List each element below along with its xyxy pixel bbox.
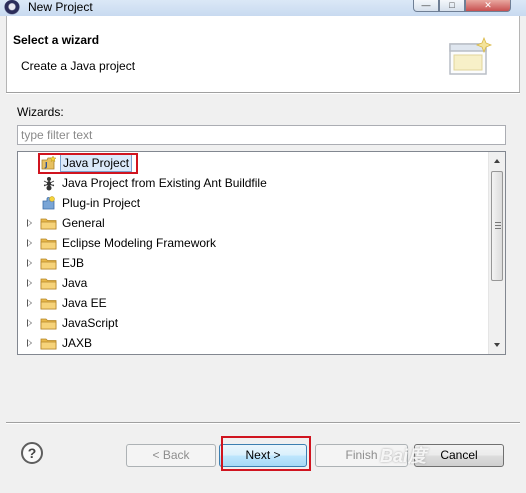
tree-scrollbar[interactable] bbox=[488, 152, 505, 354]
new-wizard-banner-icon bbox=[449, 36, 493, 75]
close-button[interactable]: ✕ bbox=[465, 0, 511, 12]
folder-icon bbox=[40, 295, 58, 311]
tree-item-label: Plug-in Project bbox=[62, 196, 141, 210]
folder-icon bbox=[40, 215, 58, 231]
expand-arrow-icon[interactable] bbox=[27, 339, 32, 347]
wizard-tree[interactable]: J Java Project Java Project from Existing … bbox=[17, 151, 506, 355]
tree-item-label: General bbox=[62, 216, 105, 230]
folder-icon bbox=[40, 275, 58, 291]
wizards-label: Wizards: bbox=[17, 105, 64, 119]
maximize-button[interactable]: □ bbox=[439, 0, 465, 12]
folder-icon bbox=[40, 315, 58, 331]
finish-button[interactable]: Finish bbox=[315, 444, 408, 467]
tree-item[interactable]: J Java Project bbox=[18, 153, 488, 174]
tree-item[interactable]: Java Project from Existing Ant Buildfile bbox=[18, 173, 488, 193]
tree-item-label: Eclipse Modeling Framework bbox=[62, 236, 217, 250]
folder-icon bbox=[40, 255, 58, 271]
tree-item-label: JavaScript bbox=[62, 316, 119, 330]
next-button[interactable]: Next > bbox=[219, 444, 307, 467]
tree-item-label: EJB bbox=[62, 256, 85, 270]
ant-icon bbox=[40, 175, 58, 191]
tree-item-label: Java EE bbox=[62, 296, 107, 310]
scroll-up-arrow[interactable] bbox=[494, 159, 500, 163]
wizard-description: Create a Java project bbox=[21, 59, 136, 73]
tree-item-label: Java bbox=[62, 276, 88, 290]
help-button[interactable]: ? bbox=[21, 442, 43, 464]
minimize-button[interactable]: — bbox=[413, 0, 439, 12]
tree-item[interactable]: Eclipse Modeling Framework bbox=[18, 233, 488, 253]
expand-arrow-icon[interactable] bbox=[27, 279, 32, 287]
tree-item-label: Java Project from Existing Ant Buildfile bbox=[62, 176, 267, 190]
plugin-icon bbox=[40, 195, 58, 211]
tree-item-label: Java Project bbox=[60, 154, 133, 172]
tree-item[interactable]: General bbox=[18, 213, 488, 233]
filter-input[interactable] bbox=[17, 125, 506, 145]
scroll-down-arrow[interactable] bbox=[494, 343, 500, 347]
svg-text:J: J bbox=[44, 161, 48, 169]
expand-arrow-icon[interactable] bbox=[27, 259, 32, 267]
wizard-header: Select a wizard Create a Java project bbox=[6, 16, 520, 92]
header-separator bbox=[6, 92, 520, 94]
cancel-button[interactable]: Cancel bbox=[414, 444, 504, 467]
expand-arrow-icon[interactable] bbox=[27, 239, 32, 247]
expand-arrow-icon[interactable] bbox=[27, 299, 32, 307]
java-project-icon: J bbox=[40, 155, 58, 171]
tree-item[interactable]: Plug-in Project bbox=[18, 193, 488, 213]
expand-arrow-icon[interactable] bbox=[27, 319, 32, 327]
eclipse-icon bbox=[4, 0, 20, 15]
window-title: New Project bbox=[28, 0, 93, 14]
wizard-title: Select a wizard bbox=[13, 33, 100, 47]
scroll-thumb[interactable] bbox=[491, 171, 503, 281]
tree-item[interactable]: Java bbox=[18, 273, 488, 293]
back-button[interactable]: < Back bbox=[126, 444, 216, 467]
folder-icon bbox=[40, 335, 58, 351]
expand-arrow-icon[interactable] bbox=[27, 219, 32, 227]
title-bar: New Project — □ ✕ bbox=[0, 0, 526, 16]
tree-item-label: JAXB bbox=[62, 336, 93, 350]
tree-item[interactable]: JavaScript bbox=[18, 313, 488, 333]
footer-separator bbox=[6, 422, 520, 424]
tree-item[interactable]: JAXB bbox=[18, 333, 488, 353]
tree-item[interactable]: EJB bbox=[18, 253, 488, 273]
tree-item[interactable]: Java EE bbox=[18, 293, 488, 313]
folder-icon bbox=[40, 235, 58, 251]
